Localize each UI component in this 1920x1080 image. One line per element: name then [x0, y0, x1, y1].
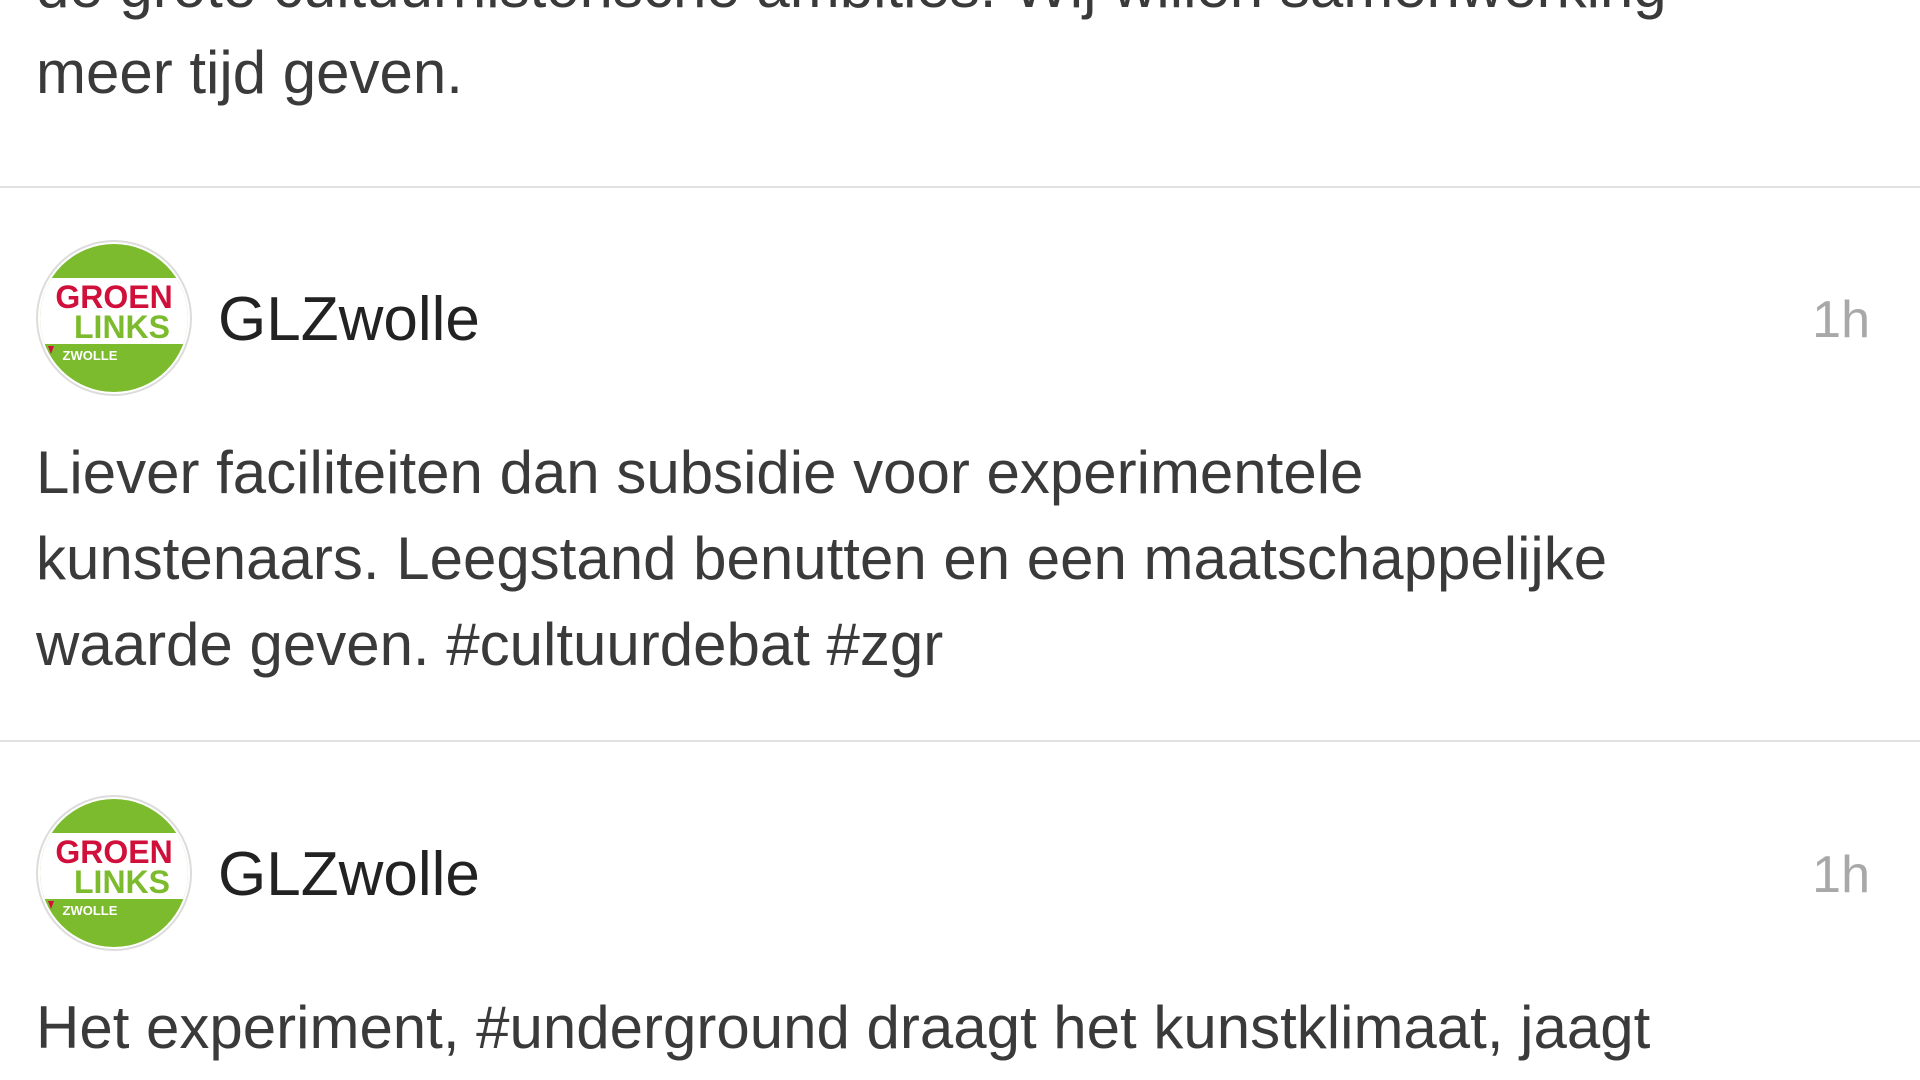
tweet-divider [0, 186, 1920, 188]
logo-text-zwolle: ZWOLLE [63, 903, 118, 918]
tweet-item[interactable]: GROEN LINKS ZWOLLE GLZwolle 1h Het exper… [0, 795, 1920, 1071]
tweet-timestamp[interactable]: 1h [1812, 837, 1870, 913]
tweet-text-line: Liever faciliteiten dan subsidie voor ex… [36, 439, 1364, 506]
tweet-author-name[interactable]: GLZwolle [218, 280, 480, 360]
tweet-text-line: waarde geven. #cultuurdebat #zgr [36, 611, 944, 678]
logo-text-links: LINKS [74, 864, 170, 900]
avatar[interactable]: GROEN LINKS ZWOLLE [36, 240, 192, 396]
tweet-text-line: de grote cultuurhistorische ambities. Wi… [0, 0, 1920, 30]
logo-text-zwolle: ZWOLLE [63, 348, 118, 363]
tweet-timestamp[interactable]: 1h [1812, 282, 1870, 358]
tweet-header: GROEN LINKS ZWOLLE GLZwolle 1h [0, 795, 1920, 955]
tweet-text-line: Het experiment, #underground draagt het … [36, 994, 1651, 1061]
tweet-divider [0, 740, 1920, 742]
avatar[interactable]: GROEN LINKS ZWOLLE [36, 795, 192, 951]
tweet-feed: de grote cultuurhistorische ambities. Wi… [0, 0, 1920, 1080]
tweet-item[interactable]: GROEN LINKS ZWOLLE GLZwolle 1h Liever fa… [0, 240, 1920, 688]
tweet-text-line: meer tijd geven. [36, 39, 463, 106]
tweet-header: GROEN LINKS ZWOLLE GLZwolle 1h [0, 240, 1920, 400]
tweet-text-line: kunstenaars. Leegstand benutten en een m… [36, 525, 1608, 592]
tweet-partial-top[interactable]: de grote cultuurhistorische ambities. Wi… [0, 0, 1920, 116]
groenlinks-logo-icon: GROEN LINKS ZWOLLE [40, 244, 188, 392]
tweet-body: Liever faciliteiten dan subsidie voor ex… [0, 430, 1920, 688]
tweet-author-name[interactable]: GLZwolle [218, 835, 480, 915]
tweet-body: Het experiment, #underground draagt het … [0, 985, 1920, 1071]
groenlinks-logo-icon: GROEN LINKS ZWOLLE [40, 799, 188, 947]
logo-text-links: LINKS [74, 309, 170, 345]
